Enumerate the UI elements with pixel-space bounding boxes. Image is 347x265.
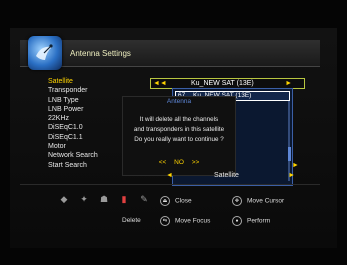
dialog-message: It will delete all the channels and tran…	[123, 115, 235, 145]
menu-item-network-search[interactable]: Network Search	[48, 151, 98, 160]
settings-menu: Satellite Transponder LNB Type LNB Power…	[48, 77, 98, 170]
menu-item-motor[interactable]: Motor	[48, 142, 98, 151]
focus-key-icon: ⇆	[160, 216, 170, 226]
perform-hint: ● Perform	[232, 216, 270, 226]
move-cursor-hint: ✥ Move Cursor	[232, 196, 284, 206]
menu-item-transponder[interactable]: Transponder	[48, 86, 98, 95]
header-bar	[20, 40, 320, 67]
menu-item-22khz[interactable]: 22KHz	[48, 114, 98, 123]
delete-icon[interactable]: ▮	[118, 193, 130, 205]
prev-option-icon[interactable]: <<	[159, 159, 167, 166]
dialog-message-line: Do you really want to continue ?	[134, 136, 224, 143]
menu-item-lnb-type[interactable]: LNB Type	[48, 96, 98, 105]
lock-icon: ☗	[99, 194, 109, 204]
dialog-buttons: << NO >>	[123, 159, 235, 166]
menu-item-start-search[interactable]: Start Search	[48, 161, 98, 170]
sort-icon: ◆	[60, 194, 68, 204]
network-search-arrow-icon[interactable]: ►	[292, 162, 299, 169]
satellite-dish-icon	[28, 36, 62, 70]
right-arrow-icon[interactable]: ►	[288, 171, 295, 180]
delete-label: Delete	[122, 217, 141, 224]
confirm-dialog: Antenna It will delete all the channels …	[122, 96, 236, 176]
menu-item-diseqc11[interactable]: DiSEqC1.1	[48, 133, 98, 142]
menu-item-satellite[interactable]: Satellite	[48, 77, 98, 86]
ok-key-icon: ●	[232, 216, 242, 226]
left-arrow-icon[interactable]: ◄◄	[153, 79, 167, 88]
satellite-value: Ku_NEW SAT (13E)	[191, 80, 254, 87]
dialog-title: Antenna	[166, 98, 192, 105]
arrows-key-icon: ✥	[232, 196, 242, 206]
exit-key-icon: ⏏	[160, 196, 170, 206]
next-option-icon[interactable]: >>	[192, 159, 200, 166]
menu-item-lnb-power[interactable]: LNB Power	[48, 105, 98, 114]
left-arrow-icon[interactable]: ◄	[166, 171, 173, 180]
edit-icon: ✎	[140, 194, 148, 204]
dialog-message-line: It will delete all the channels	[139, 116, 219, 123]
scrollbar[interactable]	[288, 101, 290, 181]
menu-item-diseqc10[interactable]: DiSEqC1.0	[48, 123, 98, 132]
page-title: Antenna Settings	[70, 49, 131, 58]
start-search-selector[interactable]: ◄ Satellite ►	[150, 171, 303, 180]
no-button[interactable]: NO	[174, 159, 184, 166]
dialog-message-line: and transponders in this satellite	[133, 126, 225, 133]
scrollbar-thumb[interactable]	[288, 147, 291, 161]
move-icon: ✦	[80, 194, 88, 204]
divider	[20, 184, 320, 185]
right-arrow-icon[interactable]: ►	[285, 79, 292, 88]
footer-help-bar: ◆ ✦ ☗ ▮ ✎ Delete ⏏ Close ✥ Move Cursor ⇆ Mo…	[20, 188, 320, 228]
close-hint: ⏏ Close	[160, 196, 192, 206]
start-search-value: Satellite	[214, 172, 239, 179]
move-focus-hint: ⇆ Move Focus	[160, 216, 210, 226]
